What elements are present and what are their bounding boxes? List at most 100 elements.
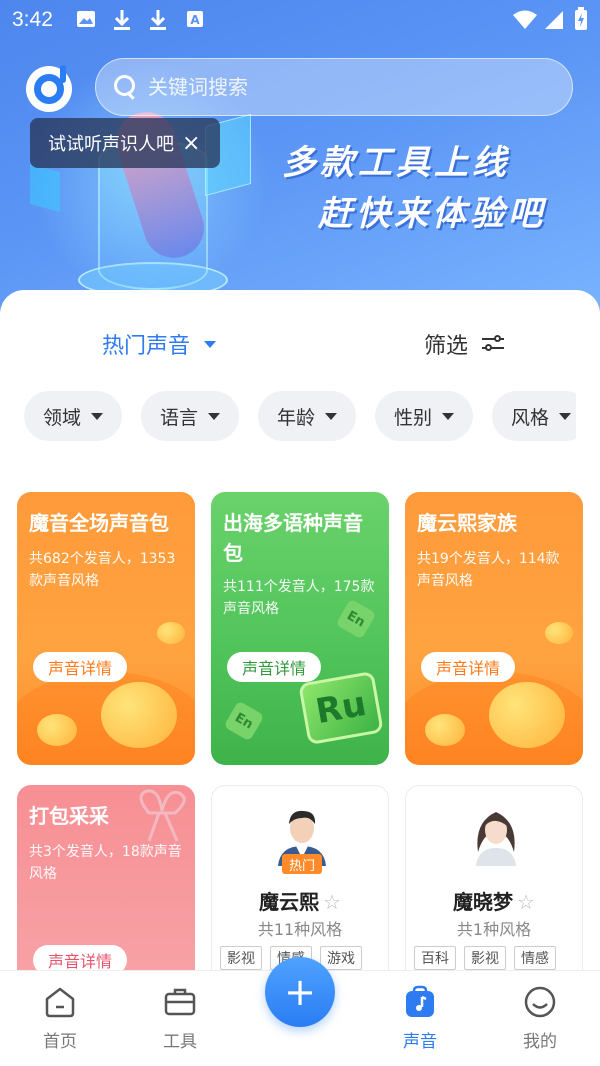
speaker-style-count: 共1种风格 <box>456 920 532 939</box>
tag[interactable]: 影视 <box>220 946 262 970</box>
emoji-bubble-decor <box>157 622 185 644</box>
pack-card[interactable]: 打包采采 共3个发音人，18款声音风格 声音详情 <box>17 785 195 980</box>
pack-desc: 共19个发音人，114款声音风格 <box>417 551 560 589</box>
search-input[interactable] <box>148 75 528 99</box>
status-time: 3:42 <box>12 8 53 31</box>
toolbox-icon <box>163 985 197 1019</box>
star-icon[interactable]: ☆ <box>517 890 535 914</box>
nav-home-label: 首页 <box>43 1032 77 1052</box>
caret-down-icon <box>91 412 103 420</box>
pack-title: 出海多语种声音包 <box>223 511 363 565</box>
tooltip-text: 试试听声识人吧 <box>48 134 174 155</box>
star-icon[interactable]: ☆ <box>323 890 341 914</box>
chip-label: 性别 <box>393 406 432 429</box>
nav-me[interactable]: 我的 <box>500 985 580 1052</box>
svg-text:A: A <box>190 13 200 27</box>
pack-detail-button[interactable]: 声音详情 <box>421 652 515 682</box>
hot-badge: 热门 <box>282 854 322 874</box>
signal-icon <box>545 11 563 29</box>
emoji-bubble-decor <box>101 682 177 748</box>
download-icon <box>150 10 166 30</box>
font-icon: A <box>187 11 203 27</box>
nav-voice[interactable]: 声音 <box>380 985 460 1052</box>
speaker-name: 魔晓梦 <box>453 890 514 914</box>
filter-chips: 领域 语言 年龄 性别 风格 <box>24 391 576 441</box>
tag[interactable]: 影视 <box>464 946 506 970</box>
chip-label: 语言 <box>159 406 198 429</box>
avatar <box>464 802 528 866</box>
pack-desc: 共111个发音人，175款声音风格 <box>223 579 375 617</box>
tag[interactable]: 游戏 <box>320 946 362 970</box>
tooltip-voice-recognition[interactable]: 试试听声识人吧 × <box>30 118 220 168</box>
plus-icon: + <box>284 970 316 1014</box>
wifi-icon <box>513 10 537 29</box>
music-note-icon <box>403 985 437 1019</box>
speaker-style-count: 共11种风格 <box>257 920 343 939</box>
chip-style[interactable]: 风格 <box>492 391 576 441</box>
chip-label: 年龄 <box>276 406 315 429</box>
filter-button[interactable]: 筛选 <box>424 328 505 360</box>
speaker-card[interactable]: 魔晓梦 ☆ 共1种风格 百科 影视 情感 <box>405 785 583 980</box>
speaker-name-row: 魔晓梦 ☆ <box>406 886 582 915</box>
image-icon <box>77 11 95 27</box>
nav-voice-label: 声音 <box>403 1032 437 1052</box>
search-bar[interactable] <box>95 58 573 116</box>
caret-down-icon <box>442 412 454 420</box>
pack-card[interactable]: En En Ru 出海多语种声音包 共111个发音人，175款声音风格 声音详情 <box>211 492 389 765</box>
smile-icon <box>523 985 557 1019</box>
emoji-bubble-decor <box>425 714 465 746</box>
hot-voice-dropdown[interactable]: 热门声音 <box>102 328 217 360</box>
chip-language[interactable]: 语言 <box>141 391 239 441</box>
en-badge-decor: En <box>223 700 265 742</box>
speaker-name-row: 魔云熙 ☆ <box>212 886 388 915</box>
pack-title: 魔音全场声音包 <box>29 511 169 535</box>
main-content: 热门声音 筛选 领域 语言 年龄 性别 风格 魔音全场声音包 共682个发音人，… <box>0 290 600 980</box>
caret-down-icon <box>325 412 337 420</box>
create-button[interactable]: + <box>265 957 335 1027</box>
caret-down-icon <box>559 412 571 420</box>
app-logo[interactable] <box>26 65 72 112</box>
hot-voice-label: 热门声音 <box>102 334 191 359</box>
status-bar: 3:42 A <box>0 0 600 40</box>
home-icon <box>43 985 77 1019</box>
nav-tools[interactable]: 工具 <box>140 985 220 1052</box>
pack-desc: 共682个发音人，1353款声音风格 <box>29 551 176 589</box>
emoji-bubble-decor <box>37 714 77 746</box>
search-icon <box>114 75 138 99</box>
pack-detail-button[interactable]: 声音详情 <box>33 652 127 682</box>
banner-headline: 多款工具上线 <box>282 143 510 183</box>
banner-subheadline: 赶快来体验吧 <box>318 194 546 234</box>
pack-title: 魔云熙家族 <box>417 511 517 535</box>
chip-label: 风格 <box>510 406 549 429</box>
nav-tools-label: 工具 <box>163 1032 197 1052</box>
chip-gender[interactable]: 性别 <box>375 391 473 441</box>
chip-age[interactable]: 年龄 <box>258 391 356 441</box>
ru-badge-decor: Ru <box>298 670 384 746</box>
pack-detail-button[interactable]: 声音详情 <box>227 652 321 682</box>
nav-home[interactable]: 首页 <box>20 985 100 1052</box>
emoji-bubble-decor <box>545 622 573 644</box>
chip-domain[interactable]: 领域 <box>24 391 122 441</box>
speaker-card[interactable]: 热门 魔云熙☆ 共11种风格 影视 情感 游戏 <box>211 785 389 980</box>
sliders-icon <box>482 334 505 354</box>
pack-desc: 共3个发音人，18款声音风格 <box>29 844 182 882</box>
banner-illustration-panel <box>30 163 60 213</box>
tag[interactable]: 百科 <box>414 946 456 970</box>
caret-down-icon <box>204 340 217 348</box>
emoji-bubble-decor <box>489 682 565 748</box>
tag[interactable]: 情感 <box>514 946 556 970</box>
pack-title: 打包采采 <box>29 804 109 828</box>
nav-me-label: 我的 <box>523 1032 557 1052</box>
download-icon <box>114 10 130 30</box>
pack-card[interactable]: 魔音全场声音包 共682个发音人，1353款声音风格 声音详情 <box>17 492 195 765</box>
caret-down-icon <box>208 412 220 420</box>
pack-card[interactable]: 魔云熙家族 共19个发音人，114款声音风格 声音详情 <box>405 492 583 765</box>
speaker-tags: 百科 影视 情感 <box>414 946 582 970</box>
logo-mark <box>34 65 66 104</box>
speaker-name: 魔云熙 <box>259 890 320 914</box>
bottom-nav: 首页 工具 + 声音 我的 <box>0 957 600 1066</box>
filter-label: 筛选 <box>424 334 469 359</box>
battery-charging-icon <box>575 7 587 30</box>
chip-label: 领域 <box>42 406 81 429</box>
close-icon[interactable]: × <box>182 131 200 156</box>
